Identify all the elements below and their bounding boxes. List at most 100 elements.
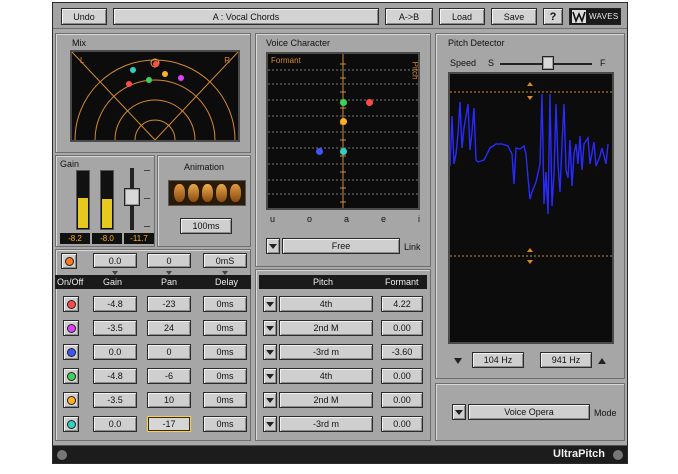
voice-point-red[interactable] (366, 99, 373, 106)
chevron-down-icon (266, 349, 274, 355)
voice-1-gain-field[interactable]: -4.8 (93, 296, 137, 312)
voice-2-led-icon (66, 323, 76, 333)
mode-label: Mode (594, 408, 617, 418)
voice-6-delay-field[interactable]: 0ms (203, 416, 247, 432)
voice-1-pan-field[interactable]: -23 (147, 296, 191, 312)
pitch-4-dropdown-arrow[interactable] (263, 368, 277, 384)
pitch-detector-panel: Pitch Detector Speed S F 104 Hz 941 Hz (435, 33, 625, 379)
voice-5-gain-field[interactable]: -3.5 (93, 392, 137, 408)
pitch-2-dropdown-arrow[interactable] (263, 320, 277, 336)
waves-logo[interactable]: WAVES (569, 8, 621, 25)
master-on-off-button[interactable] (61, 253, 77, 269)
formant-3-field[interactable]: -3.60 (381, 344, 423, 360)
speed-slider-handle[interactable] (542, 56, 554, 70)
mix-display[interactable]: L R (70, 50, 240, 142)
formant-4-field[interactable]: 0.00 (381, 368, 423, 384)
voice-5-on-off-button[interactable] (63, 392, 79, 408)
animation-faces-strip (168, 180, 246, 206)
formant-1-field[interactable]: 4.22 (381, 296, 423, 312)
voice-6-on-off-button[interactable] (63, 416, 79, 432)
voice-4-gain-field[interactable]: -4.8 (93, 368, 137, 384)
chevron-down-icon (266, 397, 274, 403)
voice-point-green[interactable] (340, 99, 347, 106)
pitch-3-dropdown-arrow[interactable] (263, 344, 277, 360)
voice-mode-dropdown[interactable]: Free (282, 238, 400, 254)
a-to-b-button[interactable]: A->B (385, 8, 433, 25)
low-frequency-field[interactable]: 104 Hz (472, 352, 524, 368)
voice-6-pan-field[interactable]: -17 (147, 416, 191, 432)
voice-5-delay-field[interactable]: 0ms (203, 392, 247, 408)
gain-meter-right-readout: -8.0 (92, 233, 122, 244)
master-delay-field[interactable]: 0mS (203, 253, 247, 268)
voice-3-on-off-button[interactable] (63, 344, 79, 360)
voice-2-delay-field[interactable]: 0ms (203, 320, 247, 336)
speed-fast-label: F (600, 58, 606, 68)
formant-6-field[interactable]: 0.00 (381, 416, 423, 432)
voice-4-pan-field[interactable]: -6 (147, 368, 191, 384)
mode-dropdown[interactable]: Voice Opera (468, 404, 590, 420)
mix-voice-dot-2[interactable] (178, 75, 184, 81)
pitch-1-dropdown-arrow[interactable] (263, 296, 277, 312)
footer-left-arrow-icon[interactable] (57, 450, 67, 460)
preset-name-field[interactable]: A : Vocal Chords (113, 8, 379, 25)
voice-3-pan-field[interactable]: 0 (147, 344, 191, 360)
voice-6-gain-field[interactable]: 0.0 (93, 416, 137, 432)
voice-mode-dropdown-arrow[interactable] (266, 238, 280, 254)
header-formant: Formant (385, 277, 419, 287)
voice-1-delay-field[interactable]: 0ms (203, 296, 247, 312)
voice-2-gain-field[interactable]: -3.5 (93, 320, 137, 336)
voice-5-pan-field[interactable]: 10 (147, 392, 191, 408)
master-gain-field[interactable]: 0.0 (93, 253, 137, 268)
low-freq-down-icon[interactable] (454, 358, 462, 364)
voice-4-on-off-button[interactable] (63, 368, 79, 384)
face-icon-2 (187, 184, 199, 202)
gain-meter-right-fill (102, 199, 112, 228)
pitch-5-dropdown[interactable]: 2nd M (279, 392, 373, 408)
voice-3-delay-field[interactable]: 0ms (203, 344, 247, 360)
voices-header-bar: On/Off Gain Pan Delay (55, 275, 251, 289)
mode-dropdown-arrow[interactable] (452, 404, 466, 420)
chevron-down-icon (266, 421, 274, 427)
voice-4-delay-field[interactable]: 0ms (203, 368, 247, 384)
vowel-i: i (418, 214, 420, 224)
undo-button[interactable]: Undo (61, 8, 107, 25)
high-freq-up-icon[interactable] (598, 358, 606, 364)
formant-5-field[interactable]: 0.00 (381, 392, 423, 408)
footer-bar: UltraPitch (53, 445, 627, 463)
pitch-2-dropdown[interactable]: 2nd M (279, 320, 373, 336)
voice-2-on-off-button[interactable] (63, 320, 79, 336)
save-button[interactable]: Save (491, 8, 537, 25)
mix-voice-dot-4[interactable] (146, 77, 152, 83)
pitch-3-dropdown[interactable]: -3rd m (279, 344, 373, 360)
vowel-a: a (344, 214, 350, 224)
gain-fader-handle[interactable] (124, 188, 140, 206)
voice-3-gain-field[interactable]: 0.0 (93, 344, 137, 360)
voice-point-blue[interactable] (316, 148, 323, 155)
footer-right-arrow-icon[interactable] (613, 450, 623, 460)
mix-voice-dot-1[interactable] (153, 61, 159, 67)
mix-voice-dot-6[interactable] (126, 81, 132, 87)
pitch-1-dropdown[interactable]: 4th (279, 296, 373, 312)
face-icon-3 (201, 184, 213, 202)
voice-character-title: Voice Character (266, 38, 331, 48)
voice-point-cyan[interactable] (340, 148, 347, 155)
master-pan-field[interactable]: 0 (147, 253, 191, 268)
pitch-6-dropdown-arrow[interactable] (263, 416, 277, 432)
ultrapitch-plugin-window: Undo A : Vocal Chords A->B Load Save ? W… (52, 2, 628, 464)
voice-character-display[interactable]: Formant Pitch (266, 52, 420, 210)
link-label[interactable]: Link (404, 242, 421, 252)
pitch-5-dropdown-arrow[interactable] (263, 392, 277, 408)
load-button[interactable]: Load (439, 8, 485, 25)
pitch-detector-display[interactable] (448, 72, 614, 344)
high-frequency-field[interactable]: 941 Hz (540, 352, 592, 368)
mix-voice-dot-5[interactable] (162, 71, 168, 77)
voice-2-pan-field[interactable]: 24 (147, 320, 191, 336)
voice-1-on-off-button[interactable] (63, 296, 79, 312)
pitch-6-dropdown[interactable]: -3rd m (279, 416, 373, 432)
animation-time-field[interactable]: 100ms (180, 218, 232, 234)
voice-point-orange[interactable] (340, 118, 347, 125)
mix-voice-dot-3[interactable] (130, 67, 136, 73)
pitch-4-dropdown[interactable]: 4th (279, 368, 373, 384)
formant-2-field[interactable]: 0.00 (381, 320, 423, 336)
help-button[interactable]: ? (543, 8, 563, 25)
